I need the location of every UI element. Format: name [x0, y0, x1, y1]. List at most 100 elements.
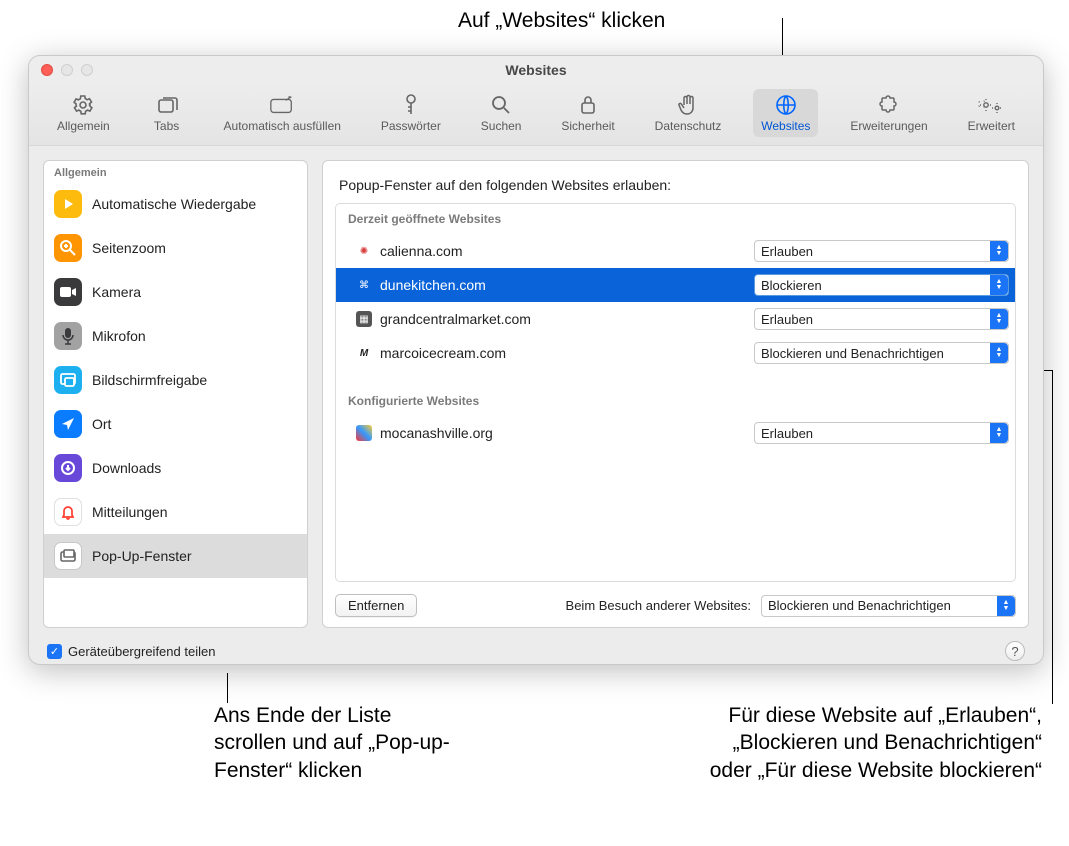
preferences-window: Websites Allgemein Tabs Automatisch ausf…: [28, 55, 1044, 665]
help-button[interactable]: ?: [1005, 641, 1025, 661]
globe-icon: [773, 93, 799, 117]
location-icon: [54, 410, 82, 438]
callout-left: Ans Ende der Liste scrollen und auf „Pop…: [214, 702, 454, 784]
tab-label: Tabs: [154, 119, 179, 133]
gears-icon: [978, 93, 1004, 117]
sidebar-item-autoplay[interactable]: Automatische Wiedergabe: [44, 182, 307, 226]
sidebar-item-popups[interactable]: Pop-Up-Fenster: [44, 534, 307, 578]
sidebar-item-label: Bildschirmfreigabe: [92, 372, 207, 388]
other-websites-select[interactable]: Blockieren und Benachrichtigen▲▼: [761, 595, 1016, 617]
websites-table: Derzeit geöffnete Websites ✺ calienna.co…: [335, 203, 1016, 582]
table-row[interactable]: mocanashville.org Erlauben▲▼: [336, 416, 1015, 450]
updown-icon: ▲▼: [990, 343, 1008, 363]
sidebar-item-location[interactable]: Ort: [44, 402, 307, 446]
callout-right-line-v: [1052, 370, 1053, 704]
tab-label: Datenschutz: [655, 119, 722, 133]
sidebar-item-downloads[interactable]: Downloads: [44, 446, 307, 490]
zoom-window-button[interactable]: [81, 64, 93, 76]
tab-autofill[interactable]: Automatisch ausfüllen: [216, 89, 349, 137]
permission-select[interactable]: Erlauben▲▼: [754, 240, 1009, 262]
tab-websites[interactable]: Websites: [753, 89, 818, 137]
sidebar-item-label: Automatische Wiedergabe: [92, 196, 256, 212]
configured-websites-section: Konfigurierte Websites: [336, 386, 1015, 416]
sidebar-item-pagezoom[interactable]: Seitenzoom: [44, 226, 307, 270]
detail-footer: Entfernen Beim Besuch anderer Websites: …: [335, 582, 1016, 617]
callout-top-line: [782, 18, 783, 58]
tab-label: Passwörter: [381, 119, 441, 133]
callout-top: Auf „Websites“ klicken: [458, 7, 665, 34]
site-domain: grandcentralmarket.com: [380, 311, 754, 327]
screenshare-icon: [54, 366, 82, 394]
tab-general[interactable]: Allgemein: [49, 89, 118, 137]
sidebar-item-microphone[interactable]: Mikrofon: [44, 314, 307, 358]
window-title: Websites: [505, 62, 566, 78]
puzzle-icon: [876, 93, 902, 117]
updown-icon: ▲▼: [990, 309, 1008, 329]
site-domain: mocanashville.org: [380, 425, 754, 441]
table-row[interactable]: ✺ calienna.com Erlauben▲▼: [336, 234, 1015, 268]
gear-icon: [70, 93, 96, 117]
tab-label: Websites: [761, 119, 810, 133]
site-domain: marcoicecream.com: [380, 345, 754, 361]
tab-passwords[interactable]: Passwörter: [373, 89, 449, 137]
tab-tabs[interactable]: Tabs: [142, 89, 192, 137]
bell-icon: [54, 498, 82, 526]
callout-right: Für diese Website auf „Erlauben“, „Block…: [692, 702, 1042, 784]
sidebar-item-label: Mitteilungen: [92, 504, 168, 520]
sidebar-item-label: Mikrofon: [92, 328, 146, 344]
sidebar-item-label: Kamera: [92, 284, 141, 300]
table-row[interactable]: ▦ grandcentralmarket.com Erlauben▲▼: [336, 302, 1015, 336]
search-icon: [488, 93, 514, 117]
share-across-devices-checkbox[interactable]: ✓ Geräteübergreifend teilen: [47, 644, 215, 659]
tabs-icon: [154, 93, 180, 117]
sidebar-item-notifications[interactable]: Mitteilungen: [44, 490, 307, 534]
favicon-icon: ▦: [356, 311, 372, 327]
tab-label: Erweiterungen: [850, 119, 927, 133]
open-websites-section: Derzeit geöffnete Websites: [336, 204, 1015, 234]
table-row[interactable]: M marcoicecream.com Blockieren und Benac…: [336, 336, 1015, 370]
table-row[interactable]: ⌘ dunekitchen.com Blockieren▲▼: [336, 268, 1015, 302]
tab-privacy[interactable]: Datenschutz: [647, 89, 730, 137]
autofill-icon: [269, 93, 295, 117]
lock-icon: [575, 93, 601, 117]
title-bar: Websites: [29, 56, 1043, 84]
updown-icon: ▲▼: [990, 275, 1008, 295]
tab-label: Suchen: [481, 119, 522, 133]
hand-icon: [675, 93, 701, 117]
zoom-icon: [54, 234, 82, 262]
updown-icon: ▲▼: [990, 241, 1008, 261]
callout-left-line: [227, 673, 228, 703]
sidebar: Allgemein Automatische Wiedergabe Seiten…: [43, 160, 308, 628]
favicon-icon: M: [356, 345, 372, 361]
popup-icon: [54, 542, 82, 570]
sidebar-list[interactable]: Automatische Wiedergabe Seitenzoom Kamer…: [44, 182, 307, 627]
tab-security[interactable]: Sicherheit: [553, 89, 622, 137]
detail-panel: Popup-Fenster auf den folgenden Websites…: [322, 160, 1029, 628]
favicon-icon: ⌘: [356, 277, 372, 293]
checkbox-label: Geräteübergreifend teilen: [68, 644, 215, 659]
sidebar-item-label: Seitenzoom: [92, 240, 166, 256]
tab-advanced[interactable]: Erweitert: [960, 89, 1023, 137]
content-area: Allgemein Automatische Wiedergabe Seiten…: [29, 146, 1043, 628]
window-controls: [41, 64, 93, 76]
mic-icon: [54, 322, 82, 350]
permission-select[interactable]: Erlauben▲▼: [754, 422, 1009, 444]
sidebar-item-screenshare[interactable]: Bildschirmfreigabe: [44, 358, 307, 402]
permission-select[interactable]: Blockieren und Benachrichtigen▲▼: [754, 342, 1009, 364]
favicon-icon: ✺: [356, 243, 372, 259]
tab-label: Allgemein: [57, 119, 110, 133]
permission-select[interactable]: Blockieren▲▼: [754, 274, 1009, 296]
other-websites-label: Beim Besuch anderer Websites:: [566, 598, 751, 613]
sidebar-section-header: Allgemein: [44, 161, 307, 182]
tab-search[interactable]: Suchen: [473, 89, 530, 137]
sidebar-item-camera[interactable]: Kamera: [44, 270, 307, 314]
permission-select[interactable]: Erlauben▲▼: [754, 308, 1009, 330]
tab-label: Sicherheit: [561, 119, 614, 133]
preferences-toolbar: Allgemein Tabs Automatisch ausfüllen Pas…: [29, 84, 1043, 146]
remove-button[interactable]: Entfernen: [335, 594, 417, 617]
minimize-window-button[interactable]: [61, 64, 73, 76]
sidebar-item-label: Downloads: [92, 460, 161, 476]
close-window-button[interactable]: [41, 64, 53, 76]
tab-label: Automatisch ausfüllen: [224, 119, 341, 133]
tab-extensions[interactable]: Erweiterungen: [842, 89, 935, 137]
